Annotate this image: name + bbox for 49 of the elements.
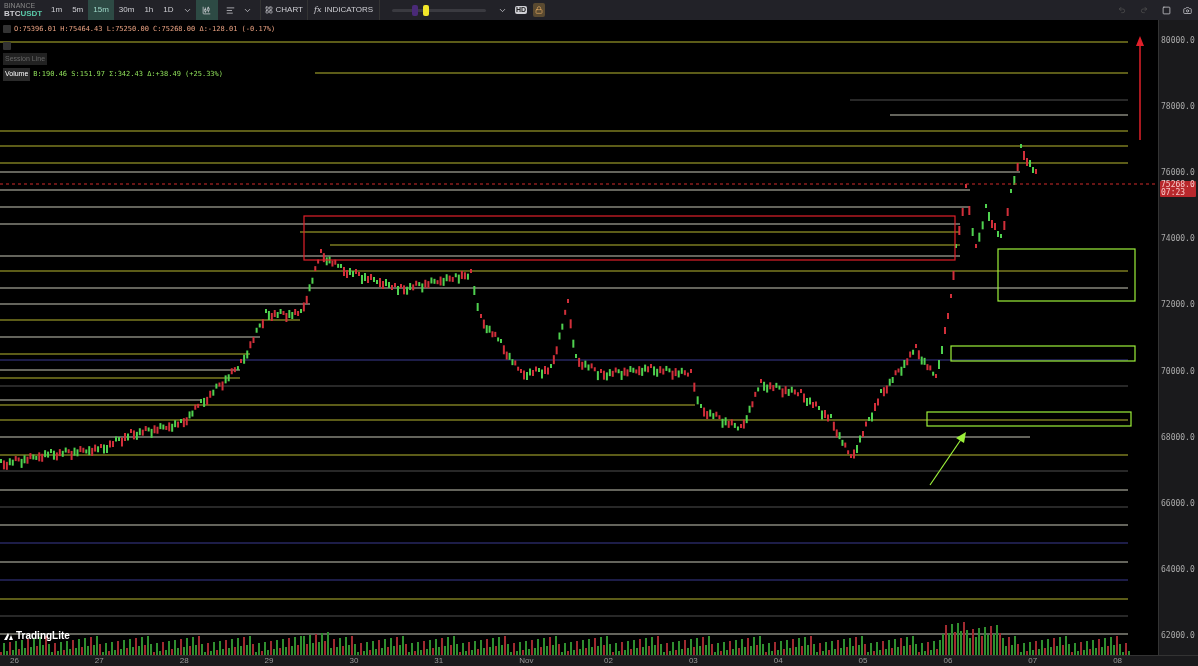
- highlight-rectangle[interactable]: [303, 215, 956, 261]
- logo-text: TradingLite: [16, 629, 70, 643]
- timeframe-tab[interactable]: 1h: [139, 0, 159, 20]
- symbol-name[interactable]: BTCUSDT: [4, 10, 46, 18]
- price-tick-label: 74000.0: [1160, 235, 1196, 244]
- date-label: 30: [349, 656, 360, 666]
- camera-icon[interactable]: [1183, 5, 1192, 15]
- price-tick-label: 78000.0: [1160, 103, 1196, 112]
- indicators-button[interactable]: fx INDICATORS: [306, 0, 381, 20]
- lock-icon: [535, 6, 544, 14]
- date-label: 04: [773, 656, 784, 666]
- price-tick-label: 70000.0: [1160, 367, 1196, 376]
- chart-button[interactable]: CHART: [259, 0, 307, 20]
- timeframe-tab[interactable]: 15m: [88, 0, 114, 20]
- date-label: 29: [264, 656, 275, 666]
- price-tick-label: 76000.0: [1160, 169, 1196, 178]
- date-label: 28: [179, 656, 190, 666]
- price-tick-label: 62000.0: [1160, 632, 1196, 640]
- lock-button[interactable]: [533, 3, 546, 17]
- price-tick-label: 80000.0: [1160, 37, 1196, 45]
- date-label: 07: [1028, 656, 1039, 666]
- date-label: 08: [1113, 656, 1124, 666]
- date-label: 02: [604, 656, 614, 666]
- arrow[interactable]: [929, 432, 966, 486]
- date-label: 27: [94, 656, 105, 666]
- slider-thumb[interactable]: [423, 4, 430, 16]
- date-label: 05: [858, 656, 869, 666]
- date-label: 06: [943, 656, 954, 666]
- timeframe-tab[interactable]: 1m: [46, 0, 68, 20]
- slider-thumb[interactable]: [411, 4, 418, 16]
- current-price: 75268.0: [1161, 181, 1195, 189]
- date-label: 26: [10, 656, 20, 666]
- layout-icon[interactable]: [225, 5, 235, 15]
- timeframe-tab[interactable]: 5m: [67, 0, 89, 20]
- price-tick-label: 64000.0: [1160, 565, 1196, 574]
- square-icon[interactable]: [1162, 5, 1171, 15]
- price-tick-label: 72000.0: [1160, 301, 1196, 310]
- date-label: 03: [688, 656, 699, 666]
- timeframe-tab[interactable]: 1D: [158, 0, 179, 20]
- chart-type-button[interactable]: [195, 0, 218, 20]
- countdown: 07:23: [1161, 189, 1186, 197]
- price-tick-label: 66000.0: [1160, 499, 1196, 508]
- candlestick-icon: [202, 5, 211, 15]
- price-tick-label: 68000.0: [1160, 433, 1196, 442]
- logo-icon: [4, 631, 13, 640]
- grid-icon: [264, 6, 273, 14]
- date-label: 31: [434, 656, 445, 666]
- timeframe-tab[interactable]: 30m: [113, 0, 140, 20]
- date-label: Nov: [519, 656, 535, 666]
